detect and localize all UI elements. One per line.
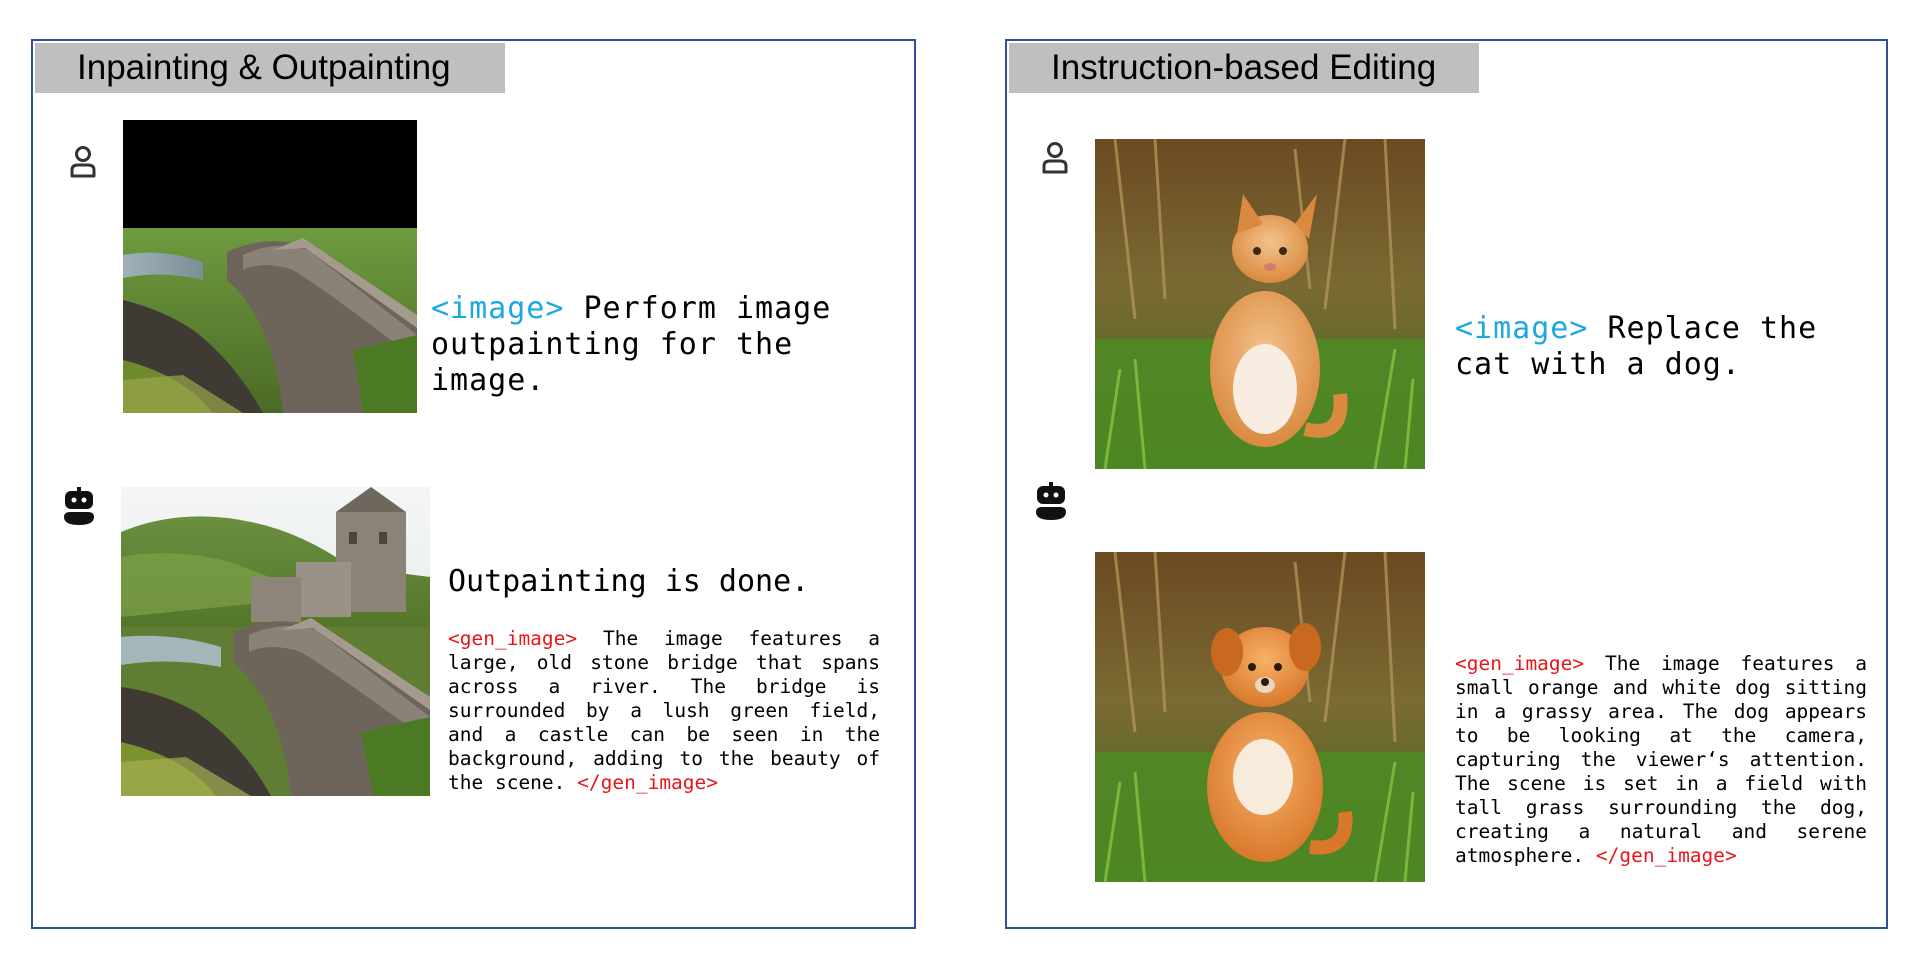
panel-title: Inpainting & Outpainting xyxy=(35,43,505,93)
caption-text: The image features a large, old stone br… xyxy=(448,627,880,794)
assistant-caption: <gen_image> The image features a large, … xyxy=(448,627,880,795)
caption-text: The image features a small orange and wh… xyxy=(1455,652,1867,867)
cat-input-image xyxy=(1095,139,1425,469)
dog-output-image xyxy=(1095,552,1425,882)
image-tag: <image> xyxy=(1455,311,1589,346)
gen-image-close-tag: </gen_image> xyxy=(577,771,719,794)
user-icon xyxy=(70,146,96,178)
assistant-caption: <gen_image> The image features a small o… xyxy=(1455,652,1867,868)
outpainted-image xyxy=(121,487,430,796)
robot-icon xyxy=(1036,482,1066,520)
user-prompt: <image> Perform image outpainting for th… xyxy=(431,291,901,399)
panel-title: Instruction-based Editing xyxy=(1009,43,1479,93)
inpainting-outpainting-panel: Inpainting & Outpainting <image> Perform… xyxy=(31,39,916,929)
gen-image-open-tag: <gen_image> xyxy=(1455,652,1585,675)
gen-image-close-tag: </gen_image> xyxy=(1595,844,1737,867)
robot-icon xyxy=(64,487,94,525)
image-tag: <image> xyxy=(431,291,565,326)
user-icon xyxy=(1042,142,1068,174)
gen-image-open-tag: <gen_image> xyxy=(448,627,578,650)
user-prompt: <image> Replace the cat with a dog. xyxy=(1455,311,1867,383)
masked-input-image xyxy=(123,120,417,413)
assistant-heading: Outpainting is done. xyxy=(448,564,810,599)
instruction-editing-panel: Instruction-based Editing <image> Replac… xyxy=(1005,39,1888,929)
